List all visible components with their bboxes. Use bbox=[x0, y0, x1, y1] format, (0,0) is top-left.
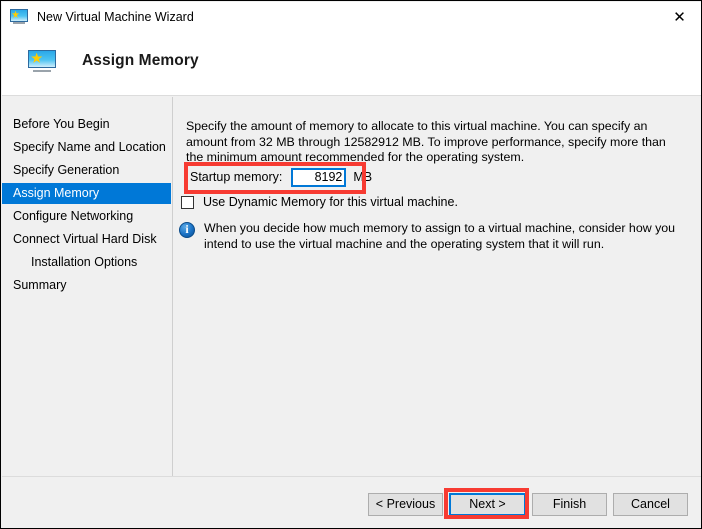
page-title: Assign Memory bbox=[82, 52, 199, 69]
use-dynamic-memory-row[interactable]: Use Dynamic Memory for this virtual mach… bbox=[181, 195, 458, 209]
finish-button[interactable]: Finish bbox=[532, 493, 607, 516]
page-header: Assign Memory bbox=[2, 32, 701, 96]
startup-memory-input[interactable] bbox=[291, 167, 347, 187]
use-dynamic-memory-checkbox[interactable] bbox=[181, 196, 194, 209]
cancel-button[interactable]: Cancel bbox=[613, 493, 688, 516]
previous-button[interactable]: < Previous bbox=[368, 493, 443, 516]
info-note-text: When you decide how much memory to assig… bbox=[204, 221, 676, 251]
wizard-steps-sidebar: Before You Begin Specify Name and Locati… bbox=[2, 97, 173, 476]
startup-memory-row: Startup memory: MB bbox=[190, 167, 372, 187]
use-dynamic-memory-label: Use Dynamic Memory for this virtual mach… bbox=[203, 195, 458, 209]
main-content-panel: Specify the amount of memory to allocate… bbox=[173, 97, 701, 476]
sidebar-item-connect-virtual-hard-disk[interactable]: Connect Virtual Hard Disk bbox=[2, 229, 172, 250]
new-virtual-machine-wizard-window: New Virtual Machine Wizard ✕ Assign Memo… bbox=[0, 0, 702, 529]
virtual-machine-monitor-icon bbox=[28, 49, 56, 74]
window-title: New Virtual Machine Wizard bbox=[37, 10, 194, 24]
sidebar-item-configure-networking[interactable]: Configure Networking bbox=[2, 206, 172, 227]
info-icon bbox=[179, 222, 195, 238]
startup-memory-unit-label: MB bbox=[353, 170, 373, 184]
info-note: When you decide how much memory to assig… bbox=[179, 221, 684, 252]
sidebar-item-before-you-begin[interactable]: Before You Begin bbox=[2, 114, 172, 135]
sidebar-item-installation-options[interactable]: Installation Options bbox=[2, 252, 172, 273]
next-button[interactable]: Next > bbox=[449, 493, 526, 516]
footer-button-bar: < Previous Next > Finish Cancel bbox=[2, 476, 701, 528]
sidebar-item-specify-generation[interactable]: Specify Generation bbox=[2, 160, 172, 181]
sidebar-item-specify-name-and-location[interactable]: Specify Name and Location bbox=[2, 137, 172, 158]
startup-memory-label: Startup memory: bbox=[190, 170, 283, 184]
title-bar: New Virtual Machine Wizard ✕ bbox=[2, 2, 701, 32]
sidebar-item-assign-memory[interactable]: Assign Memory bbox=[2, 183, 171, 204]
virtual-machine-monitor-icon bbox=[10, 8, 28, 26]
memory-description-text: Specify the amount of memory to allocate… bbox=[186, 119, 666, 165]
sidebar-item-summary[interactable]: Summary bbox=[2, 275, 172, 296]
close-icon[interactable]: ✕ bbox=[657, 2, 701, 32]
